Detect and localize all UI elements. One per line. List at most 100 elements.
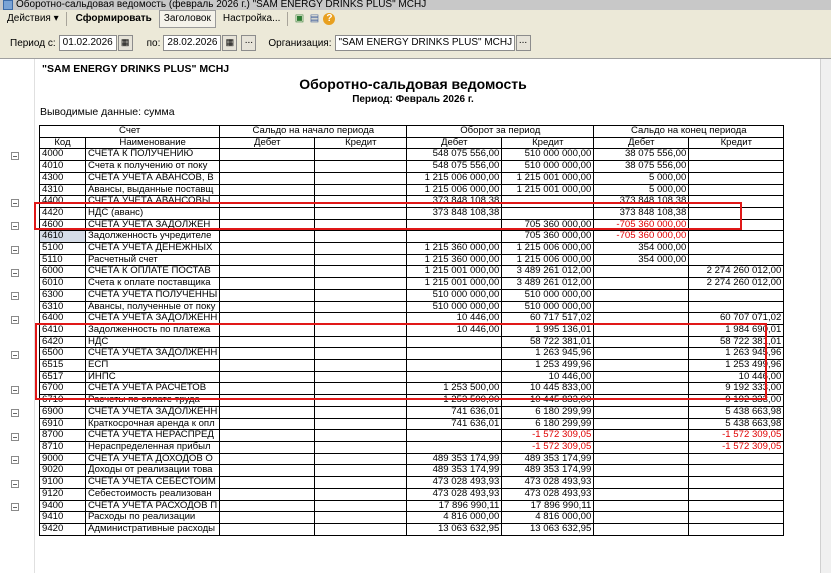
table-row[interactable]: 9400 СЧЕТА УЧЕТА РАСХОДОВ П 17 896 990,11 1… [39,499,785,513]
table-row[interactable]: 4400 СЧЕТА УЧЕТА АВАНСОВЫ 373 848 108,38 37… [39,195,785,208]
table-row[interactable]: 6700 СЧЕТА УЧЕТА РАСЧЕТОВ 1 253 500,00 10 4… [39,382,785,396]
cell-tc: 510 000 000,00 [501,288,595,302]
cell-oc [314,452,408,466]
table-row[interactable]: 6910 Краткосрочная аренда к опл 741 636,01… [39,417,785,431]
cell-od [219,183,316,197]
cell-cc [688,148,785,162]
group-collapse-icon[interactable] [11,432,19,441]
period-from-input[interactable]: 01.02.2026 [58,35,117,51]
cell-name: СЧЕТА УЧЕТА РАСЧЕТОВ [84,382,221,396]
cell-code: 6515 [39,359,86,372]
cell-td: 489 353 174,99 [406,464,503,478]
table-row[interactable]: 4010 Счета к получению от поку 548 075 556… [39,160,785,173]
table-row[interactable]: 6010 Счета к оплате поставщика 1 215 001 0… [39,277,785,290]
cell-name: СЧЕТА УЧЕТА СЕБЕСТОИМ [84,476,221,489]
table-row[interactable]: 9100 СЧЕТА УЧЕТА СЕБЕСТОИМ 473 028 493,93 4… [39,476,785,489]
table-row[interactable]: 5100 СЧЕТА УЧЕТА ДЕНЕЖНЫХ 1 215 360 000,00… [39,242,785,255]
actions-menu-button[interactable]: Действия ▾ [2,10,64,28]
table-row[interactable]: 4310 Авансы, выданные поставщ 1 215 006 00… [39,183,785,197]
header-toggle-button[interactable]: Заголовок [158,10,216,28]
group-collapse-icon[interactable] [11,409,19,418]
cell-td: 510 000 000,00 [406,300,503,314]
cell-code: 6400 [39,312,86,325]
organization-select-button[interactable]: ... [515,35,531,51]
vertical-scrollbar[interactable] [820,59,831,573]
table-row[interactable]: 4300 СЧЕТА УЧЕТА АВАНСОВ, В 1 215 006 000,… [39,171,785,185]
export-icon[interactable]: ▣ [293,13,305,25]
table-row[interactable]: 9120 Себестоимость реализован 473 028 493,… [39,487,785,501]
cell-oc [314,335,408,349]
print-icon[interactable]: ▤ [308,13,320,25]
report-sheet[interactable]: "SAM ENERGY DRINKS PLUS" MCHJ Оборотно-с… [0,58,831,573]
period-select-button[interactable]: ... [241,35,257,51]
table-row[interactable]: 6515 ЕСП 1 253 499,96 1 253 499,96 [39,359,785,372]
cell-code: 6310 [39,300,86,314]
cell-tc: 58 722 381,01 [501,335,595,349]
table-row[interactable]: 6310 Авансы, полученные от поку 510 000 00… [39,300,785,314]
table-row[interactable]: 6400 СЧЕТА УЧЕТА ЗАДОЛЖЕНН 10 446,00 60 717… [39,312,785,325]
table-row[interactable]: 6300 СЧЕТА УЧЕТА ПОЛУЧЕННЫ 510 000 000,00 5… [39,288,785,302]
cell-cc: 60 707 071,02 [688,312,785,325]
calendar-icon[interactable]: ▦ [222,35,238,51]
group-collapse-icon[interactable] [11,350,19,359]
help-icon[interactable]: ? [323,13,336,25]
cell-code: 9400 [39,499,86,513]
period-to-input[interactable]: 28.02.2026 [163,35,222,51]
table-row[interactable]: 4610 Задолженность учредителе 705 360 000,… [39,230,785,244]
cell-name: Доходы от реализации това [84,464,221,478]
header-turnover: Оборот за период [406,125,595,138]
settings-button[interactable]: Настройка... [218,10,286,28]
table-row[interactable]: 9020 Доходы от реализации това 489 353 174… [39,464,785,478]
cell-tc: 3 489 261 012,00 [501,277,595,290]
organization-label: Организация: [268,37,332,49]
group-collapse-icon[interactable] [11,222,19,231]
cell-tc: 3 489 261 012,00 [501,265,595,279]
cell-code: 4310 [39,183,86,197]
grouping-gutter [0,59,35,573]
table-row[interactable]: 4000 СЧЕТА К ПОЛУЧЕНИЮ 548 075 556,00 510 0… [39,148,785,162]
table-row[interactable]: 6500 СЧЕТА УЧЕТА ЗАДОЛЖЕНН 1 263 945,96 1 2… [39,347,785,361]
group-collapse-icon[interactable] [11,152,19,160]
cell-oc [314,511,408,524]
cell-td: 1 215 006 000,00 [406,171,503,185]
table-row[interactable]: 6900 СЧЕТА УЧЕТА ЗАДОЛЖЕНН 741 636,01 6 180… [39,405,785,419]
group-collapse-icon[interactable] [11,245,19,254]
table-row[interactable]: 4420 НДС (аванс) 373 848 108,38 373 848 108… [39,206,785,220]
cell-od [219,487,316,501]
group-collapse-icon[interactable] [11,198,19,207]
table-row[interactable]: 9420 Административные расходы 13 063 632,9… [39,522,785,536]
group-collapse-icon[interactable] [11,503,19,511]
group-collapse-icon[interactable] [11,456,19,465]
group-collapse-icon[interactable] [11,479,19,488]
table-row[interactable]: 6000 СЧЕТА К ОПЛАТЕ ПОСТАВ 1 215 001 000,0… [39,265,785,279]
calendar-icon[interactable]: ▦ [117,35,133,51]
table-row[interactable]: 6517 ИНПС 10 446,00 10 446,00 [39,370,785,384]
generate-button[interactable]: Сформировать [71,10,157,28]
table-row[interactable]: 6710 Расчеты по оплате труда 1 253 500,00 1… [39,394,785,407]
table-row[interactable]: 8710 Нераспределенная прибыл -1 572 309,05… [39,440,785,454]
group-collapse-icon[interactable] [11,292,19,301]
group-collapse-icon[interactable] [11,315,19,324]
cell-tc: 1 263 945,96 [501,347,595,361]
table-row[interactable]: 8700 СЧЕТА УЧЕТА НЕРАСПРЕД -1 572 309,05 -1… [39,429,785,442]
cell-cc [688,206,785,220]
cell-oc [314,171,408,185]
cell-oc [314,183,408,197]
cell-code: 5100 [39,242,86,255]
table-row[interactable]: 4600 СЧЕТА УЧЕТА ЗАДОЛЖЕН 705 360 000,00 -7… [39,218,785,232]
table-row[interactable]: 6420 НДС 58 722 381,01 58 722 381,01 [39,335,785,349]
organization-input[interactable]: "SAM ENERGY DRINKS PLUS" MCHJ [334,35,515,51]
table-row[interactable]: 5110 Расчетный счет 1 215 360 000,00 1 215 … [39,253,785,267]
table-row[interactable]: 6410 Задолженность по платежа 10 446,00 1 9… [39,323,785,337]
cell-td: 1 253 500,00 [406,394,503,407]
table-row[interactable]: 9000 СЧЕТА УЧЕТА ДОХОДОВ О 489 353 174,99 4… [39,452,785,466]
header-name: Наименование [84,136,221,150]
cell-name: НДС [84,335,221,349]
cell-cd: 5 000,00 [593,171,690,185]
cell-name: СЧЕТА УЧЕТА ЗАДОЛЖЕНН [84,347,221,361]
cell-cc [688,487,785,501]
cell-od [219,370,316,384]
group-collapse-icon[interactable] [11,269,19,277]
table-row[interactable]: 9410 Расходы по реализации 4 816 000,00 4 8… [39,511,785,524]
group-collapse-icon[interactable] [11,386,19,394]
